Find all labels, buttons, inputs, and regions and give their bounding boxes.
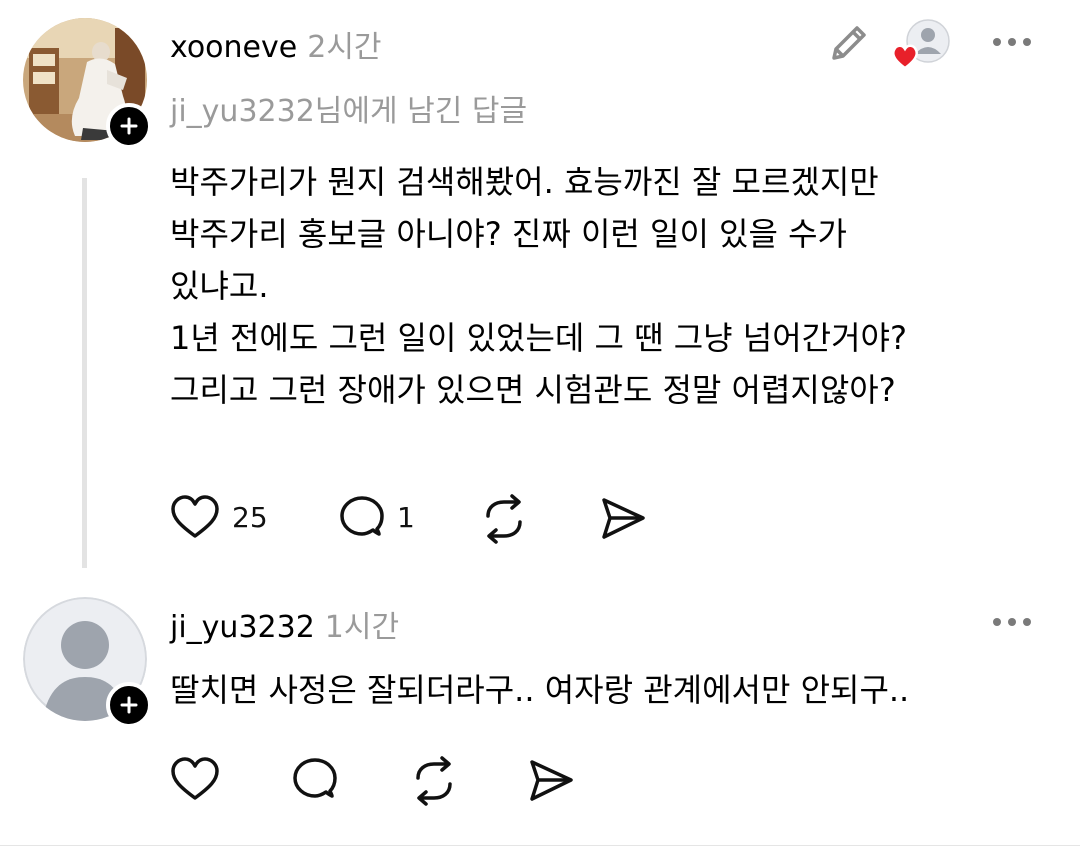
follow-plus-button[interactable] [106, 682, 152, 728]
more-options-icon[interactable] [990, 612, 1034, 632]
comment-body: 딸치면 사정은 잘되더라구.. 여자랑 관계에서만 안되구.. [170, 664, 909, 716]
body-line: 딸치면 사정은 잘되더라구.. 여자랑 관계에서만 안되구.. [170, 671, 910, 709]
comment-bubble-icon[interactable] [290, 756, 340, 806]
more-options-icon[interactable] [990, 32, 1034, 52]
comment-body: 박주가리가 뭔지 검색해봤어. 효능까진 잘 모르겠지만 박주가리 홍보글 아니… [170, 156, 907, 416]
liked-by-author-icon [890, 16, 952, 72]
username[interactable]: ji_yu3232 [170, 610, 315, 645]
comment-header: xooneve 2시간 [170, 22, 382, 66]
edit-pencil-icon[interactable] [826, 20, 872, 66]
like-heart-icon[interactable] [170, 494, 220, 540]
username[interactable]: xooneve [170, 30, 297, 65]
reply-to-label[interactable]: ji_yu3232님에게 남긴 답글 [170, 86, 527, 130]
like-count: 25 [232, 501, 268, 534]
body-line: 그리고 그런 장애가 있으면 시험관도 정말 어렵지않아? [170, 371, 896, 409]
bottom-divider [0, 845, 1080, 846]
body-line: 1년 전에도 그런 일이 있었는데 그 땐 그냥 넘어간거야? [170, 319, 907, 357]
repost-icon[interactable] [408, 756, 460, 806]
body-line: 박주가리 홍보글 아니야? 진짜 이런 일이 있을 수가 [170, 215, 847, 253]
body-line: 박주가리가 뭔지 검색해봤어. 효능까진 잘 모르겠지만 [170, 163, 879, 201]
timestamp: 1시간 [324, 610, 400, 645]
follow-plus-button[interactable] [106, 103, 152, 149]
comment-bubble-icon[interactable] [337, 494, 387, 544]
like-heart-icon[interactable] [170, 756, 220, 802]
reply-count: 1 [397, 501, 415, 534]
share-send-icon[interactable] [526, 756, 576, 806]
timestamp: 2시간 [307, 30, 382, 65]
comment-header: ji_yu3232 1시간 [170, 602, 399, 646]
thread-line [82, 178, 87, 568]
repost-icon[interactable] [478, 494, 530, 544]
body-line: 있냐고. [170, 267, 269, 305]
share-send-icon[interactable] [598, 494, 648, 544]
